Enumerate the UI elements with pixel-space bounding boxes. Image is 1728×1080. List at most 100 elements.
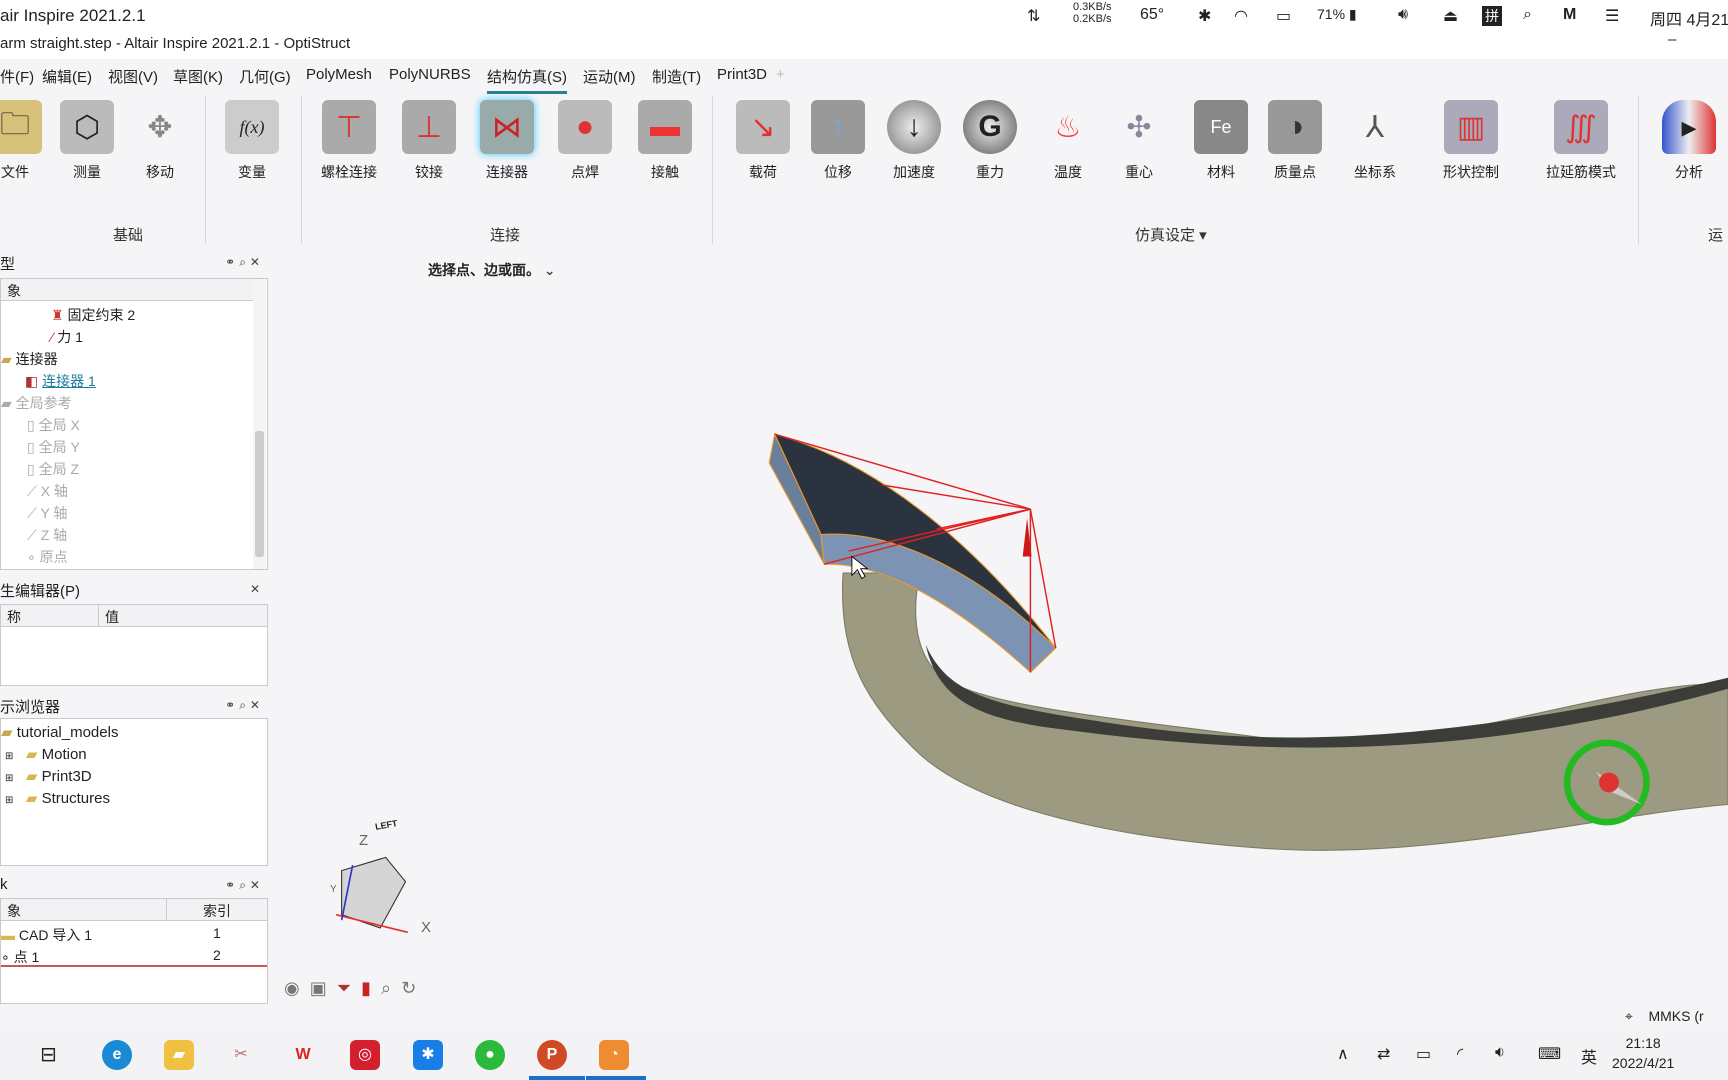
chevron-down-icon[interactable]: ⌄ (544, 262, 556, 278)
wifi-tray-icon[interactable]: ◜ (1457, 1044, 1463, 1064)
ribbon-separator (712, 96, 713, 244)
dingtalk-icon[interactable]: ✱ (413, 1040, 443, 1070)
menu-file[interactable]: 件(F) (0, 66, 34, 87)
battery-tray-icon[interactable]: ▭ (1416, 1044, 1431, 1064)
powerpoint-icon[interactable]: P (537, 1040, 567, 1070)
tree-item-selected[interactable]: ◧ 连接器 1 (25, 371, 96, 391)
draw-bead-button[interactable]: ∭ 拉延筋模式 (1539, 100, 1623, 182)
analyze-icon: ▸ (1662, 100, 1716, 154)
move-button[interactable]: ✥ 移动 (125, 100, 195, 182)
file-explorer-icon[interactable]: ▰ (164, 1040, 194, 1070)
file-button[interactable]: 🗀 文件 (0, 100, 50, 182)
spot-weld-button[interactable]: ● 点焊 (550, 100, 620, 182)
bolt-button[interactable]: ⊤ 螺栓连接 (314, 100, 384, 182)
table-row[interactable]: ∘ 点 12 (1, 947, 267, 967)
wifi-icon[interactable]: ◠ (1234, 6, 1248, 26)
menu-polynurbs[interactable]: PolyNURBS (389, 66, 471, 83)
task-view-icon[interactable]: ⊟ (40, 1042, 57, 1067)
tree-item[interactable]: ▰ 连接器 (1, 349, 58, 369)
browser-item[interactable]: ▰ tutorial_models (1, 723, 118, 741)
close-icon[interactable]: ✕ (250, 582, 264, 596)
volume-icon[interactable]: 🔊︎ (1398, 6, 1408, 24)
taskbar: ⊟ e ▰ ✂ W ◎ ✱ ● P ◔ ∧ ⇄ ▭ ◜ 🔉︎ ⌨ 英 21:18… (0, 1030, 1728, 1080)
tree-item[interactable]: ⁄ 力 1 (51, 327, 83, 347)
group-label-setup[interactable]: 仿真设定 ▾ (1135, 224, 1207, 245)
units-selector[interactable]: ⌖ MMKS (r (1625, 1008, 1704, 1025)
coordinate-system-button[interactable]: ⅄ 坐标系 (1340, 100, 1410, 182)
menu-manufacturing[interactable]: 制造(T) (652, 66, 701, 87)
section-icon[interactable]: ⏷ (337, 978, 361, 998)
analyze-button[interactable]: ▸ 分析 (1654, 100, 1724, 182)
load-button[interactable]: ↘ 载荷 (728, 100, 798, 182)
camera-icon[interactable]: ▣ (310, 978, 337, 998)
material-icon: Fe (1194, 100, 1248, 154)
ime-indicator[interactable]: 拼 (1482, 6, 1502, 26)
wps-icon[interactable]: W (288, 1040, 318, 1070)
keyboard-icon[interactable]: ⌨ (1538, 1044, 1561, 1064)
shape-control-button[interactable]: ▥ 形状控制 (1436, 100, 1506, 182)
volume-tray-icon[interactable]: 🔉︎ (1495, 1044, 1505, 1062)
panel-tools[interactable]: ⚭⌕✕ (225, 698, 264, 713)
tree-item[interactable]: ▯ 全局 X (27, 415, 80, 435)
clock[interactable]: 21:18 2022/4/21 (1612, 1033, 1674, 1073)
table-row[interactable]: ▬ CAD 导入 11 (1, 925, 267, 945)
center-of-mass-button[interactable]: ✣ 重心 (1104, 100, 1174, 182)
menu-view[interactable]: 视图(V) (108, 66, 158, 87)
view-cube-face[interactable]: LEFT (374, 818, 398, 832)
browser-item[interactable]: ⊞ ▰ Print3D (5, 767, 92, 785)
snipping-icon[interactable]: ✂ (226, 1040, 256, 1070)
menu-motion[interactable]: 运动(M) (583, 66, 636, 87)
tree-item[interactable]: ∘ 原点 (27, 547, 68, 567)
tree-item[interactable]: ♜ 固定约束 2 (51, 305, 135, 325)
music-icon[interactable]: ◎ (350, 1040, 380, 1070)
browser-tree: ▰ tutorial_models ⊞ ▰ Motion ⊞ ▰ Print3D… (0, 718, 268, 866)
measure-button[interactable]: ⬡ 测量 (52, 100, 122, 182)
connector-button[interactable]: ⋈ 连接器 (472, 100, 542, 182)
menu-print3d[interactable]: Print3D (717, 66, 767, 83)
menu-sketch[interactable]: 草图(K) (173, 66, 223, 87)
pin-joint-button[interactable]: ⊥ 铰接 (394, 100, 464, 182)
search-icon[interactable]: ⌕ (1523, 6, 1532, 24)
panel-tools[interactable]: ⚭⌕✕ (225, 878, 264, 893)
variable-button[interactable]: f(x) 变量 (217, 100, 287, 182)
rotate-icon[interactable]: ↻ (401, 978, 426, 998)
displacement-button[interactable]: ↑ 位移 (803, 100, 873, 182)
menu-app-icon[interactable]: M (1563, 6, 1576, 24)
edge-icon[interactable]: e (102, 1040, 132, 1070)
inspire-icon[interactable]: ◔ (599, 1040, 629, 1070)
eject-icon[interactable]: ⏏ (1443, 6, 1458, 26)
ime-tray[interactable]: 英 (1581, 1044, 1597, 1068)
fit-icon[interactable]: ▮ (361, 978, 381, 998)
browser-item[interactable]: ⊞ ▰ Structures (5, 789, 110, 807)
eye-icon[interactable]: ◉ (284, 978, 310, 998)
zoom-icon[interactable]: ⌕ (381, 978, 401, 998)
minimize-button[interactable]: – (1668, 31, 1676, 48)
contact-button[interactable]: ▬ 接触 (630, 100, 700, 182)
scrollbar-thumb[interactable] (255, 431, 264, 557)
tree-item[interactable]: ⟋ Y 轴 (27, 503, 67, 523)
battery[interactable]: 71% ▮ (1317, 6, 1357, 23)
tree-item[interactable]: ▯ 全局 Y (27, 437, 80, 457)
panel-tools[interactable]: ⚭⌕✕ (225, 255, 264, 270)
gravity-button[interactable]: G 重力 (955, 100, 1025, 182)
wechat-icon[interactable]: ● (475, 1040, 505, 1070)
point-mass-button[interactable]: ◑ 质量点 (1260, 100, 1330, 182)
control-center-icon[interactable]: ☰ (1605, 6, 1619, 26)
menu-edit[interactable]: 编辑(E) (42, 66, 92, 87)
add-tab-button[interactable]: + (776, 66, 785, 83)
browser-item[interactable]: ⊞ ▰ Motion (5, 745, 87, 763)
bluetooth-icon[interactable]: ✱ (1198, 6, 1211, 26)
menu-polymesh[interactable]: PolyMesh (306, 66, 372, 83)
tree-item[interactable]: ▰ 全局参考 (1, 393, 72, 413)
display-icon[interactable]: ▭ (1276, 6, 1291, 26)
network-tray-icon[interactable]: ⇄ (1377, 1044, 1390, 1064)
material-button[interactable]: Fe 材料 (1186, 100, 1256, 182)
tray-overflow-icon[interactable]: ∧ (1337, 1044, 1349, 1064)
scrollbar[interactable] (253, 279, 266, 569)
menu-geometry[interactable]: 几何(G) (239, 66, 291, 87)
tree-item[interactable]: ⟋ X 轴 (27, 481, 68, 501)
tree-item[interactable]: ⟋ Z 轴 (27, 525, 67, 545)
acceleration-button[interactable]: ↓ 加速度 (879, 100, 949, 182)
tree-item[interactable]: ▯ 全局 Z (27, 459, 79, 479)
temperature-button[interactable]: ♨ 温度 (1033, 100, 1103, 182)
